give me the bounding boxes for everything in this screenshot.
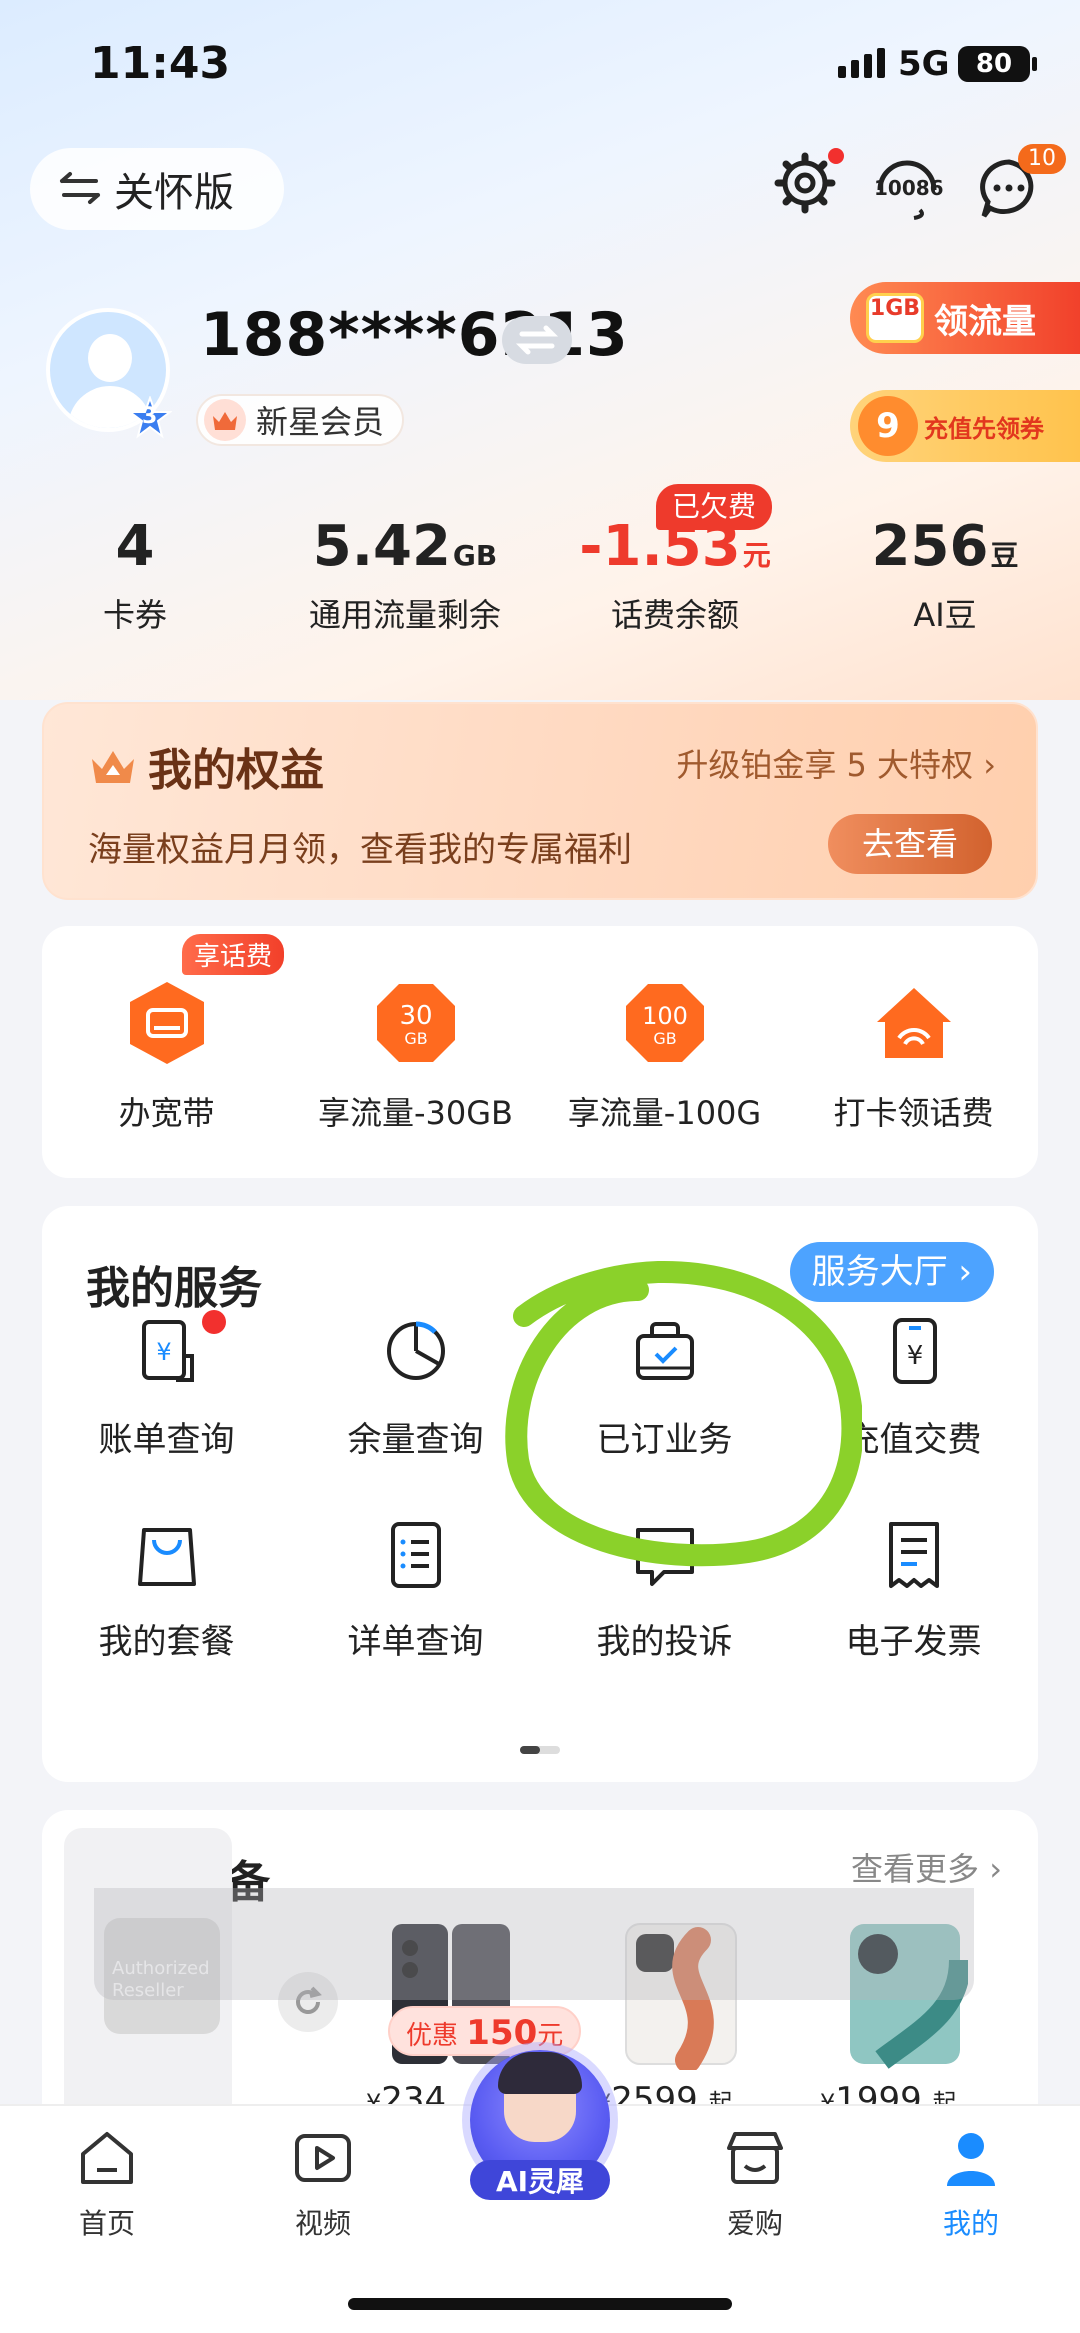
- service-bill[interactable]: ¥ 账单查询: [42, 1310, 291, 1476]
- stat-caption: 通用流量剩余: [308, 596, 501, 634]
- overdue-badge: 已欠费: [656, 484, 773, 530]
- view-rights-button[interactable]: 去查看: [828, 814, 992, 874]
- data-30gb-icon: 30 GB: [377, 984, 455, 1062]
- service-number: 10086: [874, 176, 944, 200]
- service-label: 电子发票: [845, 1622, 982, 1662]
- service-package[interactable]: 我的套餐: [42, 1520, 291, 1680]
- tab-video[interactable]: 视频: [248, 2126, 398, 2242]
- settings-notification-dot: [828, 148, 844, 164]
- tab-label: 视频: [294, 2207, 351, 2240]
- annotation-circle: [505, 1260, 862, 1567]
- stat-value: 5.42: [312, 514, 451, 579]
- tab-profile[interactable]: 我的: [896, 2126, 1046, 2242]
- svg-text:30: 30: [399, 1001, 432, 1031]
- customer-service-button[interactable]: 10086: [870, 150, 944, 224]
- recharge-coupon-label: 充值先领券: [924, 414, 1044, 443]
- svg-text:¥: ¥: [907, 1341, 924, 1371]
- data-gift-icon: 1GB: [866, 293, 924, 343]
- level-number: 3: [142, 404, 158, 429]
- crown-icon: [92, 751, 134, 783]
- service-label: 我的投诉: [596, 1622, 733, 1662]
- coupon-coin-icon: 9: [858, 396, 918, 456]
- quick-label: 打卡领话费: [833, 1094, 994, 1132]
- care-mode-button[interactable]: 关怀版: [30, 148, 284, 230]
- detail-list-icon: [391, 1522, 441, 1588]
- stat-caption: AI豆: [913, 596, 977, 634]
- battery-icon: 80: [958, 46, 1037, 82]
- my-rights-card[interactable]: 我的权益 升级铂金享 5 大特权 › 海量权益月月领，查看我的专属福利 去查看: [42, 702, 1038, 900]
- care-mode-label: 关怀版: [114, 170, 234, 216]
- tab-label: 我的: [942, 2207, 999, 2240]
- svg-text:GB: GB: [404, 1029, 427, 1048]
- recharge-coupon-promo[interactable]: 9 充值先领券: [850, 390, 1080, 462]
- tab-shop[interactable]: 爱购: [680, 2126, 830, 2242]
- stat-unit: GB: [452, 539, 498, 572]
- member-label: 新星会员: [256, 403, 385, 441]
- broadband-icon: [130, 982, 204, 1064]
- services-title: 我的服务: [86, 1263, 262, 1314]
- swap-icon: [515, 325, 559, 355]
- rights-description: 海量权益月月领，查看我的专属福利: [88, 830, 632, 870]
- bill-notification-dot: [202, 1310, 226, 1334]
- network-type: 5G: [898, 44, 950, 84]
- rights-title: 我的权益: [148, 745, 324, 796]
- switch-number-button[interactable]: [502, 316, 572, 364]
- stat-ai-beans[interactable]: 256豆 AI豆: [810, 510, 1080, 636]
- signal-icon: [838, 48, 885, 78]
- status-bar: 11:43 5G 80: [0, 0, 1080, 130]
- claim-data-label: 领流量: [934, 301, 1036, 342]
- crown-icon: [204, 399, 246, 441]
- status-time: 11:43: [90, 38, 231, 89]
- claim-data-promo[interactable]: 1GB 领流量: [850, 282, 1080, 354]
- home-indicator: [348, 2298, 732, 2310]
- message-count-badge: 10: [1018, 144, 1066, 174]
- swap-arrows-icon: [60, 172, 100, 204]
- service-label: 详单查询: [347, 1622, 484, 1662]
- data-100gb-icon: 100 GB: [626, 984, 704, 1062]
- profile-icon: [947, 2133, 995, 2186]
- service-label: 账单查询: [98, 1420, 235, 1460]
- package-bag-icon: [138, 1528, 196, 1586]
- member-badge[interactable]: 新星会员: [196, 394, 405, 446]
- account-stats: 4 卡券 5.42GB 通用流量剩余 -1.53元 话费余额 256豆 AI豆: [0, 510, 1080, 650]
- view-more-link[interactable]: 查看更多 ›: [851, 1844, 1002, 1890]
- svg-text:100: 100: [642, 1002, 688, 1030]
- checkin-icon: [877, 988, 951, 1058]
- ai-assistant-label: AI灵犀: [470, 2160, 610, 2200]
- service-label: 我的套餐: [98, 1622, 235, 1662]
- ai-avatar-hair: [498, 2052, 582, 2094]
- messages-button[interactable]: 10: [976, 144, 1066, 222]
- svg-text:¥: ¥: [156, 1338, 171, 1366]
- page-indicator: [520, 1746, 560, 1754]
- quick-label: 办宽带: [118, 1094, 215, 1132]
- bill-icon: ¥: [142, 1320, 194, 1382]
- stat-unit: 豆: [990, 539, 1019, 572]
- tab-label: 首页: [78, 2207, 135, 2240]
- video-icon: [295, 2134, 351, 2182]
- fee-tag: 享话费: [182, 934, 285, 975]
- home-icon: [81, 2132, 133, 2184]
- shop-icon: [727, 2132, 783, 2184]
- stat-unit: 元: [742, 539, 771, 572]
- invoice-icon: [889, 1522, 939, 1588]
- quick-label: 享流量-100G: [567, 1094, 762, 1132]
- recharge-phone-icon: ¥: [893, 1318, 937, 1384]
- stat-value: 256: [871, 514, 989, 579]
- tab-home[interactable]: 首页: [32, 2126, 182, 2242]
- quick-actions-card: 办宽带 30 GB 享流量-30GB 100 GB 享流量-100G 打卡领话费…: [42, 926, 1038, 1178]
- svg-text:GB: GB: [653, 1029, 676, 1048]
- floating-overlay: [94, 1888, 974, 2000]
- stat-value: 4: [115, 514, 155, 579]
- stat-data-remaining[interactable]: 5.42GB 通用流量剩余: [270, 510, 540, 636]
- stat-coupons[interactable]: 4 卡券: [0, 510, 270, 636]
- tab-label: 爱购: [726, 2207, 783, 2240]
- settings-button[interactable]: [772, 148, 844, 220]
- stat-caption: 话费余额: [610, 596, 739, 634]
- balance-pie-icon: [387, 1321, 445, 1380]
- quick-label: 享流量-30GB: [317, 1094, 514, 1132]
- upgrade-link[interactable]: 升级铂金享 5 大特权 ›: [676, 740, 996, 786]
- stat-caption: 卡券: [102, 596, 167, 634]
- discount-badge: 优惠 150元: [388, 2006, 582, 2056]
